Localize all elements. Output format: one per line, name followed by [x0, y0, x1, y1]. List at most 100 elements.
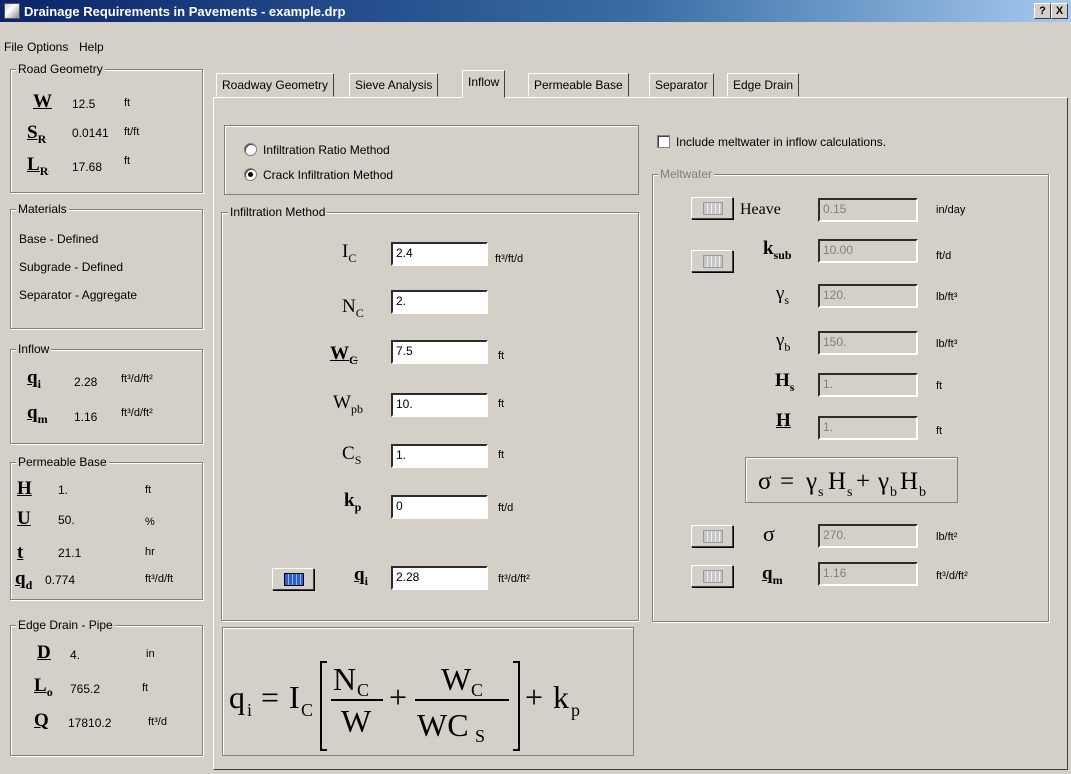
pb-h-symbol: H	[17, 478, 32, 499]
materials-separator: Separator - Aggregate	[19, 288, 138, 302]
tab-sieve-analysis[interactable]: Sieve Analysis	[349, 73, 439, 97]
svg-text:+: +	[856, 468, 870, 495]
radio-crack-infiltration-label[interactable]: Crack Infiltration Method	[263, 168, 393, 182]
qm-input[interactable]: 1.16	[818, 562, 918, 586]
menu-file[interactable]: File	[4, 40, 23, 54]
road-lr-value: 17.68	[72, 160, 103, 174]
ed-d-symbol: D	[37, 642, 51, 663]
svg-text:q: q	[229, 679, 245, 715]
hs-input[interactable]: 1.	[818, 373, 918, 397]
cs-symbol: CS	[342, 443, 362, 467]
svg-text:H: H	[900, 468, 918, 495]
materials-subgrade: Subgrade - Defined	[19, 260, 124, 274]
pb-qd-symbol: qd	[15, 568, 33, 592]
nc-input[interactable]: 2.	[391, 290, 488, 314]
tab-inflow[interactable]: Inflow	[462, 70, 506, 98]
pb-t-unit: hr	[145, 546, 155, 558]
svg-text:N: N	[333, 661, 356, 697]
materials-base: Base - Defined	[19, 232, 99, 246]
inflow-label: Inflow	[16, 342, 52, 356]
inflow-qm-unit: ft³/d/ft²	[121, 407, 153, 419]
svg-text:C: C	[301, 700, 313, 720]
ic-symbol: IC	[342, 241, 357, 265]
kp-symbol: kp	[344, 490, 362, 514]
sigma-input[interactable]: 270.	[818, 524, 918, 548]
h-symbol: H	[776, 410, 791, 431]
svg-text:C: C	[471, 680, 483, 700]
radio-infiltration-ratio[interactable]	[244, 143, 257, 156]
calculator-icon	[703, 530, 723, 543]
road-w-value: 12.5	[72, 97, 96, 111]
svg-text:I: I	[289, 679, 300, 715]
inflow-qm-value: 1.16	[74, 410, 98, 424]
svg-text:b: b	[890, 485, 897, 500]
ksub-symbol: ksub	[763, 238, 792, 262]
app-icon	[4, 3, 20, 19]
wpb-unit: ft	[498, 398, 505, 410]
calculator-icon	[703, 255, 723, 268]
svg-text:WC: WC	[417, 707, 469, 743]
svg-text:s: s	[818, 485, 823, 500]
sigma-unit: lb/ft²	[936, 531, 958, 543]
window-title: Drainage Requirements in Pavements - exa…	[24, 4, 346, 19]
tab-roadway-geometry[interactable]: Roadway Geometry	[216, 73, 335, 97]
radio-infiltration-ratio-label[interactable]: Infiltration Ratio Method	[263, 143, 390, 157]
inflow-group	[10, 349, 203, 444]
qi-input[interactable]: 2.28	[391, 566, 488, 590]
tab-permeable-base[interactable]: Permeable Base	[528, 73, 629, 97]
qm-symbol: qm	[762, 563, 783, 587]
svg-text:W: W	[341, 703, 372, 739]
pb-h-unit: ft	[145, 484, 152, 496]
gamma-s-unit: lb/ft³	[936, 291, 958, 303]
calculate-ksub-button[interactable]	[691, 250, 733, 272]
meltwater-checkbox-label[interactable]: Include meltwater in inflow calculations…	[676, 135, 886, 149]
gamma-s-symbol: γs	[776, 283, 790, 307]
svg-text:C: C	[357, 680, 369, 700]
ksub-input[interactable]: 10.00	[818, 239, 918, 263]
calculate-sigma-button[interactable]	[691, 525, 733, 547]
h-input[interactable]: 1.	[818, 416, 918, 440]
pb-h-value: 1.	[58, 483, 69, 497]
kp-input[interactable]: 0	[391, 495, 488, 519]
svg-text:S: S	[475, 726, 485, 746]
svg-text:+: +	[389, 679, 407, 715]
road-lr-symbol: LR	[27, 154, 49, 178]
inflow-qi-unit: ft³/d/ft²	[121, 373, 153, 385]
road-w-symbol: W	[33, 91, 52, 112]
road-lr-unit: ft	[124, 155, 131, 167]
tab-edge-drain[interactable]: Edge Drain	[727, 73, 800, 97]
calculate-qi-button[interactable]	[272, 568, 314, 590]
ed-q-value: 17810.2	[68, 716, 112, 730]
wpb-input[interactable]: 10.	[391, 393, 488, 417]
pb-t-symbol: t	[17, 542, 24, 563]
pb-u-value: 50.	[58, 513, 75, 527]
calculate-heave-button[interactable]	[691, 197, 733, 219]
help-button[interactable]: ?	[1034, 3, 1051, 19]
ed-q-unit: ft³/d	[148, 716, 167, 728]
svg-text:σ: σ	[758, 468, 772, 495]
svg-text:=: =	[780, 468, 794, 495]
calculate-qm-button[interactable]	[691, 565, 733, 587]
radio-crack-infiltration[interactable]	[244, 168, 257, 181]
ksub-unit: ft/d	[936, 250, 952, 262]
cs-unit: ft	[498, 449, 505, 461]
ic-input[interactable]: 2.4	[391, 242, 488, 266]
tab-separator[interactable]: Separator	[649, 73, 714, 97]
svg-text:k: k	[553, 679, 569, 715]
close-button[interactable]: X	[1051, 3, 1068, 19]
gamma-b-input[interactable]: 150.	[818, 331, 918, 355]
pb-t-value: 21.1	[58, 546, 82, 560]
edge-drain-label: Edge Drain - Pipe	[16, 618, 115, 632]
heave-input[interactable]: 0.15	[818, 198, 918, 222]
menu-options[interactable]: Options	[27, 40, 68, 54]
road-sr-value: 0.0141	[72, 126, 109, 140]
pb-qd-value: 0.774	[45, 573, 76, 587]
cs-input[interactable]: 1.	[391, 444, 488, 468]
meltwater-checkbox[interactable]	[657, 135, 670, 148]
wpb-symbol: Wpb	[333, 392, 363, 416]
gamma-s-input[interactable]: 120.	[818, 284, 918, 308]
svg-text:b: b	[919, 485, 926, 500]
inflow-qm-symbol: qm	[27, 402, 48, 426]
wc-input[interactable]: 7.5	[391, 340, 488, 364]
menu-help[interactable]: Help	[79, 40, 104, 54]
